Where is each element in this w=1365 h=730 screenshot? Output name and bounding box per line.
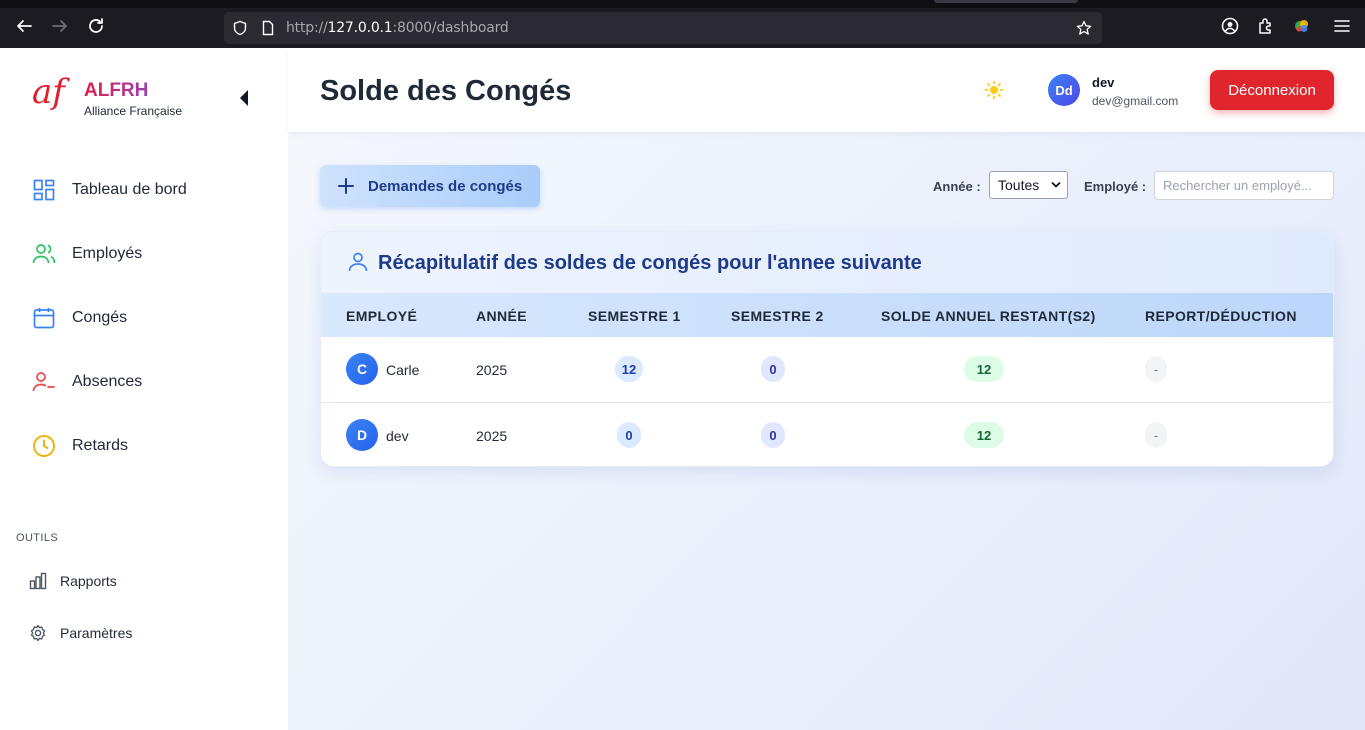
page-title: Solde des Congés [320,75,572,107]
card-title: Récapitulatif des soldes de congés pour … [378,252,922,274]
column-header-annee[interactable]: ANNÉE [476,308,527,324]
table-row[interactable]: C Carle 2025 12 0 12 - [321,337,1333,402]
menu-button[interactable] [1332,16,1352,36]
remaining-balance-badge: 12 [964,356,1004,382]
remaining-balance-badge: 12 [964,422,1004,448]
sidebar-item-parametres[interactable]: Paramètres [28,621,132,645]
extensions-button[interactable] [1256,16,1276,36]
main-content: Solde des Congés Dd dev dev@gmail.com Dé… [288,48,1365,730]
puzzle-icon [1259,18,1271,34]
extension-colorful-button[interactable] [1292,16,1312,36]
browser-tab[interactable] [934,0,1078,3]
hamburger-icon [1334,20,1350,32]
leave-balance-card: Récapitulatif des soldes de congés pour … [320,231,1334,467]
sidebar: af ALFRH Alliance Française Tableau de b… [0,48,288,730]
report-badge: - [1145,356,1167,382]
url-scheme: http:// [286,20,328,36]
account-icon [1221,17,1239,35]
leave-requests-label: Demandes de congés [368,177,523,195]
star-icon[interactable] [1076,20,1092,36]
sidebar-item-label: Congés [72,309,128,326]
top-header: Solde des Congés Dd dev dev@gmail.com Dé… [288,48,1365,132]
table-header: EMPLOYÉ ANNÉE SEMESTRE 1 SEMESTRE 2 SOLD… [321,293,1333,337]
brand-name: ALFRH [84,80,149,101]
gear-icon [28,623,48,643]
column-header-semestre-1[interactable]: SEMESTRE 1 [588,308,681,324]
tools-section-title: OUTILS [16,532,59,544]
chevron-down-icon [1051,181,1061,188]
brand-subtitle: Alliance Française [84,104,183,118]
sidebar-item-rapports[interactable]: Rapports [28,569,117,593]
employee-avatar: C [346,353,378,385]
semester-2-badge: 0 [761,356,785,382]
card-header: Récapitulatif des soldes de congés pour … [321,232,1333,293]
employee-search-input[interactable] [1154,171,1334,200]
arrow-right-icon [52,20,67,32]
user-name: dev [1092,75,1115,90]
grid-icon [32,178,56,202]
table-row[interactable]: D dev 2025 0 0 12 - [321,402,1333,466]
sidebar-item-label: Absences [72,373,143,390]
year-filter-label: Année : [933,179,981,194]
sidebar-item-conges[interactable]: Congés [32,303,127,333]
reload-button[interactable] [84,14,108,38]
plus-icon [338,178,354,194]
column-header-solde-annuel[interactable]: SOLDE ANNUEL RESTANT(S2) [881,308,1096,324]
semester-1-badge: 12 [615,356,643,382]
user-avatar[interactable]: Dd [1048,74,1080,106]
url-text[interactable]: http://127.0.0.1:8000/dashboard [286,20,509,36]
back-button[interactable] [12,14,36,38]
sidebar-item-label: Retards [72,437,129,454]
url-host: 127.0.0.1 [327,20,393,36]
brand-logo: af [32,72,65,112]
sidebar-item-retards[interactable]: Retards [32,431,128,461]
employee-name: dev [386,428,409,444]
browser-toolbar: http://127.0.0.1:8000/dashboard [0,0,1365,48]
sidebar-item-employes[interactable]: Employés [32,239,142,269]
semester-2-badge: 0 [761,422,785,448]
year-select-value: Toutes [998,177,1040,193]
sidebar-item-label: Employés [72,245,143,262]
tab-strip [0,0,1365,8]
sun-icon[interactable] [984,80,1004,100]
collapse-sidebar-icon[interactable] [238,89,250,107]
column-header-report-deduction[interactable]: REPORT/DÉDUCTION [1145,308,1297,324]
extension-logo-icon [1295,20,1308,32]
logout-button[interactable]: Déconnexion [1210,70,1334,110]
column-header-employe[interactable]: EMPLOYÉ [346,308,417,324]
url-path: :8000/dashboard [392,20,509,36]
users-icon [32,242,56,266]
shield-icon[interactable] [232,20,248,36]
year-select[interactable]: Toutes [989,171,1068,199]
sidebar-item-tableau-de-bord[interactable]: Tableau de bord [32,175,187,205]
sidebar-item-label: Paramètres [60,625,133,641]
reload-icon [89,18,103,33]
semester-1-badge: 0 [617,422,641,448]
sidebar-item-label: Rapports [60,573,117,589]
bar-chart-icon [28,571,48,591]
calendar-icon [32,306,56,330]
user-icon [348,252,368,272]
address-bar[interactable]: http://127.0.0.1:8000/dashboard [224,12,1102,44]
account-button[interactable] [1220,16,1240,36]
employee-avatar: D [346,419,378,451]
report-badge: - [1145,422,1167,448]
employee-name: Carle [386,362,420,378]
page-icon[interactable] [260,20,276,36]
user-x-icon [32,370,56,394]
forward-button[interactable] [48,14,72,38]
leave-requests-button[interactable]: Demandes de congés [320,165,540,207]
arrow-left-icon [17,20,32,32]
employee-filter-label: Employé : [1084,179,1147,194]
user-email: dev@gmail.com [1092,94,1179,108]
sidebar-item-label: Tableau de bord [72,181,187,198]
clock-icon [32,434,56,458]
sidebar-item-absences[interactable]: Absences [32,367,142,397]
year-cell: 2025 [476,428,508,444]
column-header-semestre-2[interactable]: SEMESTRE 2 [731,308,824,324]
year-cell: 2025 [476,362,508,378]
